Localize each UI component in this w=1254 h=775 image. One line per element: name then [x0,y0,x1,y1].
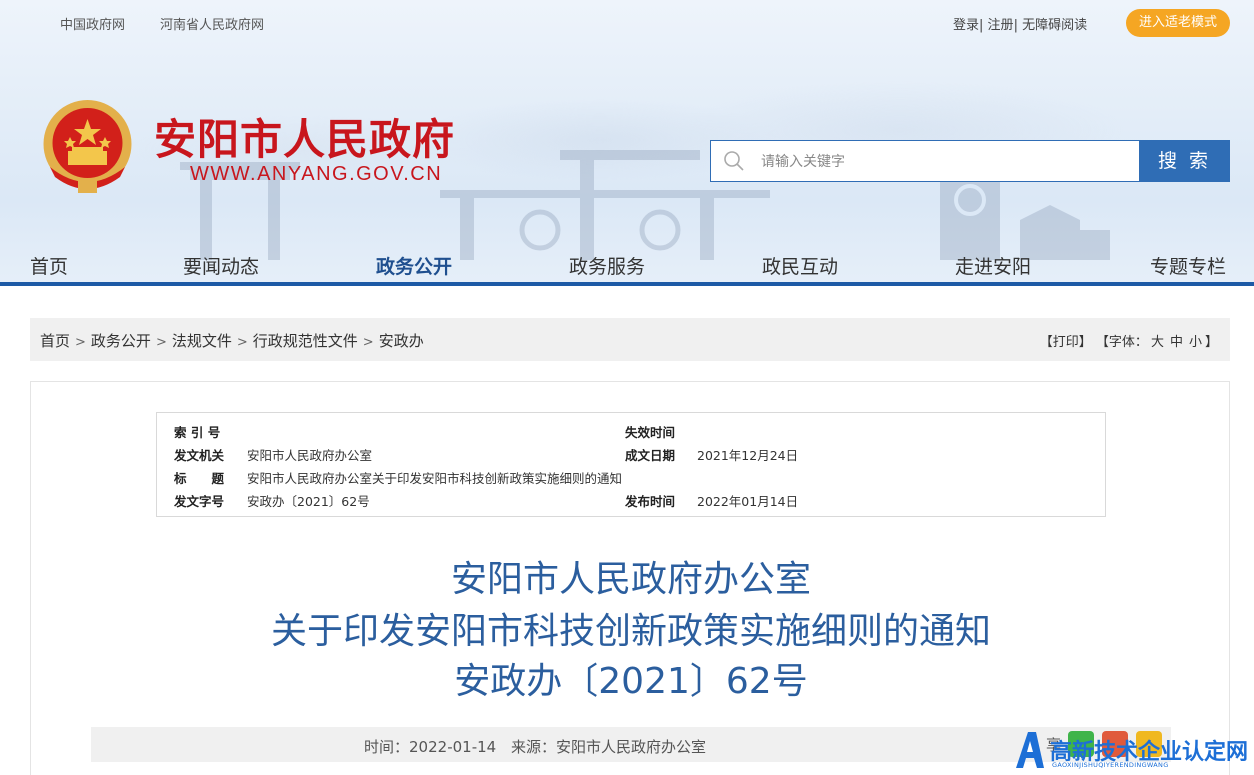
auth-separator: | [979,18,984,33]
search-button[interactable]: 搜 索 [1139,140,1230,182]
top-link-gov-cn[interactable]: 中国政府网 [60,14,125,33]
watermark-logo-icon [1016,732,1044,768]
meta-doc-no-label: 发文字号 [174,494,225,509]
nav-item-home[interactable]: 首页 [30,252,68,279]
font-large-button[interactable]: 大 [1151,335,1164,350]
login-link[interactable]: 登录 [953,18,979,33]
breadcrumb: 首页 > 政务公开 > 法规文件 > 行政规范性文件 > 安政办 [40,330,424,351]
meta-issuer-label: 发文机关 [174,448,225,463]
nav-item-services[interactable]: 政务服务 [569,252,645,279]
search-box: 搜 索 [710,140,1230,182]
breadcrumb-separator: > [75,335,86,350]
search-icon [724,151,744,171]
watermark-subtext: GAOXINJISHUQIYERENDINGWANG [1052,761,1169,769]
source-value: 安阳市人民政府办公室 [556,738,707,756]
font-size-prefix: 【字体： [1095,335,1148,350]
search-input[interactable] [761,147,1131,175]
breadcrumb-item-gov-affairs[interactable]: 政务公开 [91,332,151,350]
breadcrumb-item-home[interactable]: 首页 [40,332,70,350]
auth-separator: | [1013,18,1018,33]
meta-publish-label: 发布时间 [625,494,676,509]
meta-title-label: 标 题 [174,471,225,486]
font-small-button[interactable]: 小 [1189,335,1202,350]
meta-issuer-value: 安阳市人民政府办公室 [247,448,373,463]
meta-title-value: 安阳市人民政府办公室关于印发安阳市科技创新政策实施细则的通知 [247,471,623,486]
article-container: 索 引 号 失效时间 发文机关 安阳市人民政府办公室 成文日期 2021年12月… [30,381,1230,775]
article-title-line-2: 关于印发安阳市科技创新政策实施细则的通知 [270,611,991,652]
font-size-suffix: 】 [1204,335,1218,350]
font-medium-button[interactable]: 中 [1170,335,1183,350]
accessible-reading-link[interactable]: 无障碍阅读 [1022,18,1087,33]
site-name: 安阳市人民政府 [154,115,456,164]
nav-item-news[interactable]: 要闻动态 [183,252,259,279]
meta-index-label: 索 引 号 [174,425,221,440]
auth-links: 登录| 注册| 无障碍阅读 [953,14,1087,33]
nav-item-interaction[interactable]: 政民互动 [762,252,838,279]
article-info-bar: 时间：2022-01-14 来源：安阳市人民政府办公室 享 [91,727,1171,762]
time-label: 时间： [364,738,410,756]
meta-expire-label: 失效时间 [625,425,676,440]
publish-time: 2022-01-14 [409,738,497,756]
article-title-line-3: 安政办〔2021〕62号 [454,661,808,702]
page-tools: 【打印】 【字体：大中小】 [1040,331,1218,350]
breadcrumb-item-anzhengban[interactable]: 安政办 [379,332,424,350]
source-label: 来源： [510,738,556,756]
breadcrumb-separator: > [236,335,248,350]
national-emblem-icon [43,100,132,193]
breadcrumb-item-normative-docs[interactable]: 行政规范性文件 [253,332,358,350]
breadcrumb-separator: > [362,335,374,350]
nav-item-topics[interactable]: 专题专栏 [1150,252,1226,279]
elder-mode-button[interactable]: 进入适老模式 [1126,9,1230,37]
nav-underline [0,282,1254,286]
article-title-line-1: 安阳市人民政府办公室 [450,559,811,600]
site-url: WWW.ANYANG.GOV.CN [190,163,443,185]
breadcrumb-item-regulations[interactable]: 法规文件 [172,332,232,350]
top-link-henan-gov[interactable]: 河南省人民政府网 [160,14,264,33]
meta-date-value: 2021年12月24日 [697,448,799,463]
breadcrumb-bar: 首页 > 政务公开 > 法规文件 > 行政规范性文件 > 安政办 【打印】 【字体：大中小】 [30,318,1230,361]
meta-doc-no-value: 安政办〔2021〕62号 [247,494,370,509]
main-nav: 首页 要闻动态 政务公开 政务服务 政民互动 走进安阳 专题专栏 [0,246,1254,282]
meta-publish-value: 2022年01月14日 [697,494,799,509]
site-header: 中国政府网 河南省人民政府网 登录| 注册| 无障碍阅读 进入适老模式 安阳市人… [0,0,1254,286]
document-meta-table: 索 引 号 失效时间 发文机关 安阳市人民政府办公室 成文日期 2021年12月… [156,412,1106,517]
meta-date-label: 成文日期 [625,448,676,463]
register-link[interactable]: 注册 [988,18,1014,33]
print-button[interactable]: 【打印】 [1040,335,1092,350]
watermark: 高新技术企业认定网 GAOXINJISHUQIYERENDINGWANG [1010,724,1254,775]
nav-item-gov-affairs[interactable]: 政务公开 [376,252,452,279]
nav-item-about-anyang[interactable]: 走进安阳 [955,252,1031,279]
article-info: 时间：2022-01-14 来源：安阳市人民政府办公室 [364,736,706,757]
breadcrumb-separator: > [155,335,167,350]
